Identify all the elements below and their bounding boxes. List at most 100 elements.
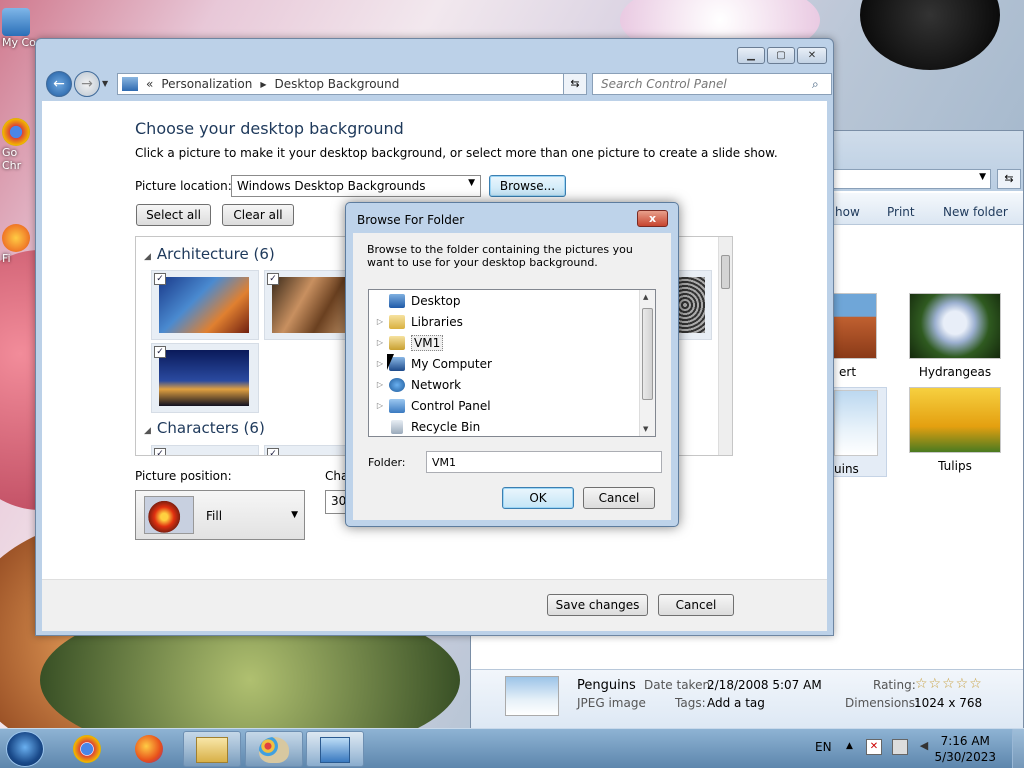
tree-scrollbar[interactable]: ▲ ▼ <box>639 290 655 436</box>
recent-pages-dropdown-icon[interactable]: ▼ <box>102 79 108 88</box>
expand-arrow-icon[interactable]: ▷ <box>375 338 385 347</box>
checkbox-checked[interactable]: ✓ <box>267 273 279 285</box>
search-input[interactable]: Search Control Panel <box>592 73 832 95</box>
tree-item-my-computer[interactable]: ▷ My Computer <box>369 353 637 374</box>
breadcrumb-separator-icon[interactable]: ▶ <box>260 80 266 89</box>
tree-item-control-panel[interactable]: ▷ Control Panel <box>369 395 637 416</box>
breadcrumb-personalization[interactable]: Personalization <box>161 77 252 91</box>
dropdown-arrow-icon[interactable]: ▼ <box>979 172 986 182</box>
action-center-icon[interactable]: ✕ <box>866 739 882 755</box>
gallery-scrollbar[interactable] <box>718 237 732 455</box>
tree-item-network[interactable]: ▷ Network <box>369 374 637 395</box>
close-icon[interactable]: x <box>637 210 668 227</box>
slideshow-command[interactable]: how <box>835 205 860 219</box>
breadcrumb-overflow[interactable]: « <box>146 77 153 91</box>
thumbnail-tile[interactable]: Tulips <box>905 387 1005 473</box>
refresh-icon[interactable]: ⇆ <box>997 169 1021 189</box>
thumbnail-tile[interactable]: Hydrangeas <box>905 293 1005 379</box>
hydrangeas-thumbnail <box>909 293 1001 359</box>
breadcrumb-desktop-background[interactable]: Desktop Background <box>274 77 399 91</box>
search-icon[interactable]: ⌕ <box>812 77 819 92</box>
browse-button[interactable]: Browse... <box>489 175 566 197</box>
checkbox-checked[interactable]: ✓ <box>267 448 279 455</box>
show-desktop-button[interactable] <box>1012 729 1024 768</box>
tags-value[interactable]: Add a tag <box>707 696 765 710</box>
save-changes-button[interactable]: Save changes <box>547 594 648 616</box>
checkbox-checked[interactable]: ✓ <box>154 273 166 285</box>
taskbar-explorer[interactable] <box>183 731 241 767</box>
expand-arrow-icon[interactable]: ▷ <box>375 380 385 389</box>
tree-item-vm1[interactable]: ▷ VM1 <box>369 332 637 353</box>
cancel-button[interactable]: Cancel <box>583 487 655 509</box>
new-folder-command[interactable]: New folder <box>943 205 1008 219</box>
paint-icon <box>259 737 289 763</box>
tree-item-recycle-bin[interactable]: Recycle Bin <box>369 416 637 437</box>
dialog-body: Browse to the folder containing the pict… <box>353 233 671 520</box>
clear-all-button[interactable]: Clear all <box>222 204 294 226</box>
checkbox-checked[interactable]: ✓ <box>154 346 166 358</box>
wallpaper-thumbnail[interactable]: ✓ <box>151 445 259 455</box>
folder-tree[interactable]: Desktop ▷ Libraries ▷ VM1 ▷ My Computer … <box>368 289 656 437</box>
expand-arrow-icon[interactable]: ▷ <box>375 359 385 368</box>
expand-arrow-icon[interactable]: ▷ <box>375 401 385 410</box>
desktop-icon-computer[interactable]: My Co <box>2 8 36 49</box>
tree-item-libraries[interactable]: ▷ Libraries <box>369 311 637 332</box>
scroll-down-icon[interactable]: ▼ <box>643 425 648 433</box>
explorer-address-bar[interactable]: ▼ <box>831 169 991 189</box>
ok-button[interactable]: OK <box>502 487 574 509</box>
select-all-button[interactable]: Select all <box>136 204 211 226</box>
desktop-icon-firefox[interactable]: Fi <box>2 224 36 265</box>
group-header-architecture[interactable]: ◢ Architecture (6) <box>144 245 275 263</box>
close-icon[interactable]: ✕ <box>797 47 827 64</box>
dropdown-arrow-icon: ▼ <box>468 178 475 188</box>
taskbar-paint[interactable] <box>245 731 303 767</box>
show-hidden-icons-icon[interactable]: ▲ <box>846 741 853 751</box>
tree-item-label: Libraries <box>411 314 463 329</box>
language-indicator[interactable]: EN <box>815 740 832 754</box>
print-command[interactable]: Print <box>887 205 915 219</box>
address-bar[interactable]: « Personalization ▶ Desktop Background ▼ <box>117 73 587 95</box>
taskbar-control-panel[interactable] <box>306 731 364 767</box>
scrollbar-thumb[interactable] <box>721 255 730 289</box>
tags-label: Tags: <box>675 696 706 710</box>
tree-item-label: Desktop <box>411 293 461 308</box>
star-rating-icon[interactable]: ☆☆☆☆☆ <box>915 676 983 692</box>
wallpaper-thumbnail[interactable]: ✓ <box>151 270 259 340</box>
picture-location-select[interactable]: Windows Desktop Backgrounds ▼ <box>231 175 481 197</box>
group-header-characters[interactable]: ◢ Characters (6) <box>144 419 265 437</box>
picture-position-select[interactable]: Fill ▼ <box>135 490 305 540</box>
checkbox-checked[interactable]: ✓ <box>154 448 166 455</box>
scrollbar-thumb[interactable] <box>642 308 653 400</box>
back-arrow-icon[interactable]: ← <box>46 71 72 97</box>
date-taken-label: Date taken: <box>644 678 715 692</box>
start-button[interactable] <box>6 731 44 767</box>
tile-label: Tulips <box>938 459 972 473</box>
minimize-icon[interactable]: ▁ <box>737 47 765 64</box>
network-tray-icon[interactable] <box>892 739 908 755</box>
scroll-up-icon[interactable]: ▲ <box>643 293 648 301</box>
file-name: Penguins <box>577 678 636 693</box>
folder-input[interactable]: VM1 <box>426 451 662 473</box>
collapse-icon[interactable]: ◢ <box>144 426 151 436</box>
tree-item-label: My Computer <box>411 356 492 371</box>
collapse-icon[interactable]: ◢ <box>144 252 151 262</box>
refresh-icon[interactable]: ⇆ <box>563 73 587 95</box>
libraries-icon <box>389 314 405 329</box>
tree-item-label: Network <box>411 377 462 392</box>
taskbar-firefox[interactable] <box>126 731 172 767</box>
browse-for-folder-dialog[interactable]: Browse For Folder x Browse to the folder… <box>345 202 679 527</box>
wallpaper-thumbnail[interactable]: ✓ <box>151 343 259 413</box>
forward-arrow-icon[interactable]: → <box>74 71 100 97</box>
desktop-icon-chrome[interactable]: Go Chr <box>2 118 36 172</box>
taskbar-chrome[interactable] <box>64 731 110 767</box>
penguins-thumbnail <box>834 390 878 456</box>
maximize-icon[interactable]: ▢ <box>767 47 795 64</box>
clock-date: 5/30/2023 <box>934 750 996 764</box>
system-clock[interactable]: 7:16 AM 5/30/2023 <box>934 733 996 765</box>
volume-muted-icon[interactable]: ◀ <box>916 739 932 755</box>
cancel-button[interactable]: Cancel <box>658 594 734 616</box>
tree-item-desktop[interactable]: Desktop <box>369 290 637 311</box>
thumbnail-tile-selected[interactable]: uins <box>831 387 887 477</box>
group-title: Characters (6) <box>156 419 265 437</box>
expand-arrow-icon[interactable]: ▷ <box>375 317 385 326</box>
